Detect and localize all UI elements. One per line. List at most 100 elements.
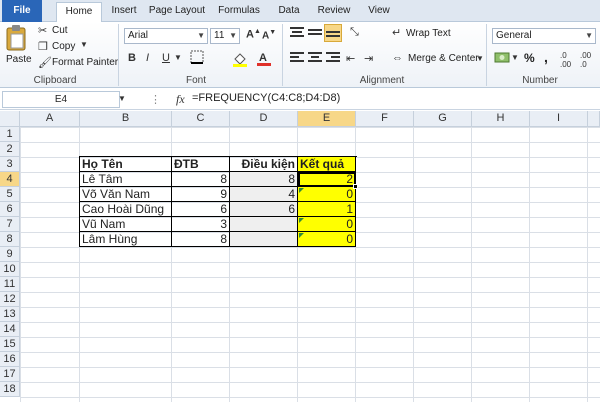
paste-button[interactable] <box>4 24 30 54</box>
chevron-down-icon[interactable]: ▼ <box>80 40 88 49</box>
align-middle-icon[interactable] <box>308 27 322 42</box>
table-cell-dieu-kien[interactable] <box>230 232 298 247</box>
error-indicator-icon[interactable] <box>299 233 304 238</box>
align-right-icon[interactable] <box>326 52 340 67</box>
column-header-f[interactable]: F <box>356 111 414 127</box>
column-header-g[interactable]: G <box>414 111 472 127</box>
error-indicator-icon[interactable] <box>299 218 304 223</box>
cut-button[interactable]: Cut <box>52 25 68 36</box>
table-cell-dtb[interactable]: 9 <box>172 187 230 202</box>
format-painter-button[interactable]: Format Painter <box>52 57 118 68</box>
italic-icon[interactable]: I <box>146 52 149 64</box>
table-cell-ket-qua-selected[interactable]: 2 <box>298 172 356 187</box>
grow-font-icon[interactable]: A▲ <box>246 28 261 41</box>
fill-color-icon[interactable] <box>232 51 248 70</box>
copy-button[interactable]: Copy <box>52 41 75 52</box>
align-center-icon[interactable] <box>308 52 322 67</box>
shrink-font-icon[interactable]: A▼ <box>262 29 276 41</box>
row-header-3[interactable]: 3 <box>0 157 20 172</box>
chevron-down-icon[interactable]: ▼ <box>118 94 126 103</box>
increase-indent-icon[interactable]: ⇥ <box>364 52 373 65</box>
number-format-select[interactable]: General ▼ <box>492 28 596 44</box>
paste-label[interactable]: Paste <box>6 54 32 65</box>
row-header-12[interactable]: 12 <box>0 292 20 307</box>
row-header-9[interactable]: 9 <box>0 247 20 262</box>
row-header-8[interactable]: 8 <box>0 232 20 247</box>
row-header-18[interactable]: 18 <box>0 382 20 397</box>
table-cell-dtb[interactable]: 3 <box>172 217 230 232</box>
align-bottom-icon[interactable] <box>324 24 342 42</box>
table-cell-ket-qua[interactable]: 0 <box>298 232 356 247</box>
chevron-down-icon[interactable]: ▼ <box>511 53 519 62</box>
tab-formulas[interactable]: Formulas <box>212 2 266 22</box>
font-name-select[interactable]: Arial ▼ <box>124 28 208 44</box>
table-cell-ket-qua[interactable]: 1 <box>298 202 356 217</box>
table-cell-dieu-kien[interactable]: 6 <box>230 202 298 217</box>
row-header-6[interactable]: 6 <box>0 202 20 217</box>
underline-icon[interactable]: U <box>162 52 170 64</box>
column-header-c[interactable]: C <box>172 111 230 127</box>
percent-button[interactable]: % <box>524 51 535 65</box>
row-header-17[interactable]: 17 <box>0 367 20 382</box>
row-header-11[interactable]: 11 <box>0 277 20 292</box>
align-left-icon[interactable] <box>290 52 304 67</box>
column-header-a[interactable]: A <box>20 111 80 127</box>
row-header-10[interactable]: 10 <box>0 262 20 277</box>
decrease-decimal-icon[interactable]: .00.0 <box>580 51 591 69</box>
name-box[interactable]: E4 <box>2 91 120 108</box>
column-header-j[interactable] <box>588 111 600 127</box>
row-header-4[interactable]: 4 <box>0 172 20 187</box>
column-header-e[interactable]: E <box>298 111 356 127</box>
formula-input[interactable]: =FREQUENCY(C4:C8;D4:D8) <box>192 91 340 108</box>
table-cell-ket-qua[interactable]: 0 <box>298 187 356 202</box>
row-header-5[interactable]: 5 <box>0 187 20 202</box>
table-cell-dieu-kien[interactable]: 4 <box>230 187 298 202</box>
header-dtb[interactable]: ĐTB <box>172 157 230 172</box>
font-size-select[interactable]: 11 ▼ <box>210 28 240 44</box>
chevron-down-icon[interactable]: ▼ <box>476 54 484 63</box>
table-cell-dieu-kien[interactable] <box>230 217 298 232</box>
column-header-h[interactable]: H <box>472 111 530 127</box>
font-color-icon[interactable]: A <box>256 50 272 69</box>
table-cell-dtb[interactable]: 8 <box>172 172 230 187</box>
increase-decimal-icon[interactable]: .0.00 <box>560 51 571 69</box>
tab-insert[interactable]: Insert <box>102 2 146 22</box>
row-header-16[interactable]: 16 <box>0 352 20 367</box>
merge-center-button[interactable]: Merge & Center <box>408 53 479 64</box>
tab-view[interactable]: View <box>360 2 398 22</box>
row-header-7[interactable]: 7 <box>0 217 20 232</box>
column-header-d[interactable]: D <box>230 111 298 127</box>
table-cell-dtb[interactable]: 8 <box>172 232 230 247</box>
comma-button[interactable]: , <box>544 49 548 65</box>
orientation-icon[interactable]: ⤡ <box>350 26 359 39</box>
header-ket-qua[interactable]: Kết quả <box>298 157 356 172</box>
header-dieu-kien[interactable]: Điều kiện <box>230 157 298 172</box>
row-header-1[interactable]: 1 <box>0 127 20 142</box>
row-header-15[interactable]: 15 <box>0 337 20 352</box>
wrap-text-button[interactable]: Wrap Text <box>406 28 451 39</box>
table-cell-name[interactable]: Cao Hoài Dũng <box>80 202 172 217</box>
table-cell-dtb[interactable]: 6 <box>172 202 230 217</box>
column-header-i[interactable]: I <box>530 111 588 127</box>
worksheet-grid[interactable]: A B C D E F G H I 1 2 3 4 5 6 7 8 9 10 1… <box>0 111 600 402</box>
chevron-down-icon[interactable]: ▼ <box>174 53 182 62</box>
row-header-14[interactable]: 14 <box>0 322 20 337</box>
tab-review[interactable]: Review <box>312 2 356 22</box>
bold-icon[interactable]: B <box>128 52 136 64</box>
decrease-indent-icon[interactable]: ⇤ <box>346 52 355 65</box>
fill-handle[interactable] <box>353 184 358 189</box>
table-cell-ket-qua[interactable]: 0 <box>298 217 356 232</box>
row-header-13[interactable]: 13 <box>0 307 20 322</box>
tab-page-layout[interactable]: Page Layout <box>146 2 208 22</box>
select-all-corner[interactable] <box>0 111 20 127</box>
row-header-2[interactable]: 2 <box>0 142 20 157</box>
currency-icon[interactable] <box>494 51 510 68</box>
table-cell-name[interactable]: Lê Tâm <box>80 172 172 187</box>
tab-file[interactable]: File <box>2 0 42 22</box>
table-cell-name[interactable]: Võ Văn Nam <box>80 187 172 202</box>
table-cell-dieu-kien[interactable]: 8 <box>230 172 298 187</box>
column-header-b[interactable]: B <box>80 111 172 127</box>
insert-function-icon[interactable]: fx <box>176 92 185 107</box>
tab-home[interactable]: Home <box>56 2 102 23</box>
header-ho-ten[interactable]: Họ Tên <box>80 157 172 172</box>
